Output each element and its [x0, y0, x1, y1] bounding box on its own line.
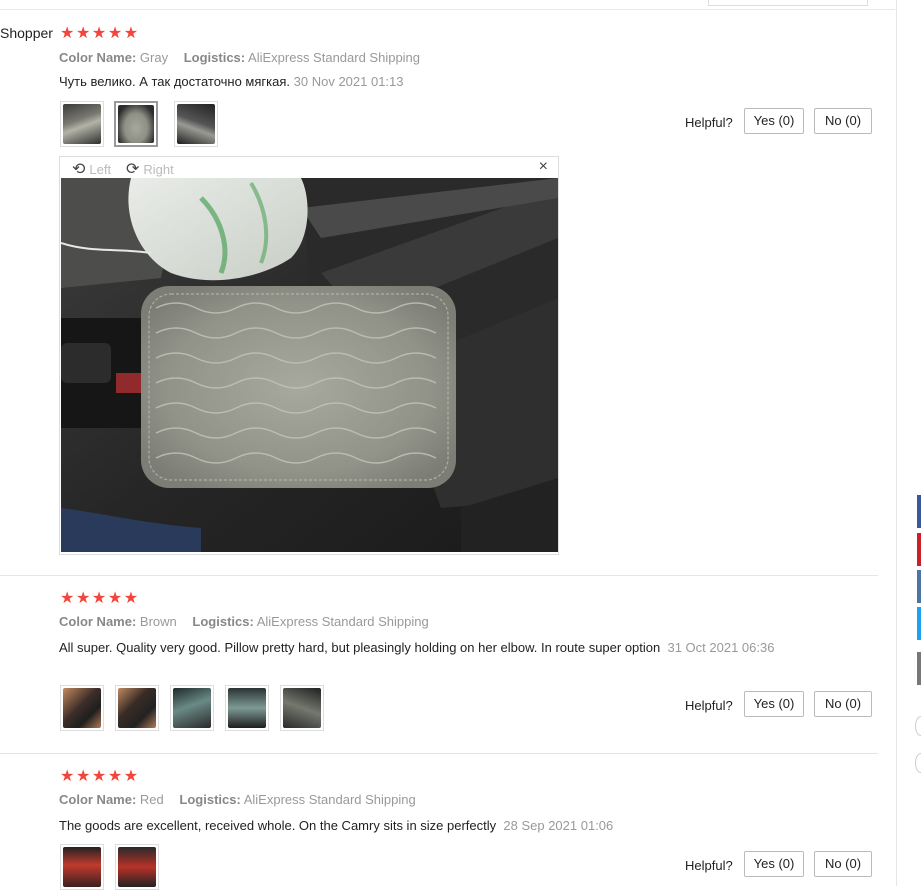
logistics-value: AliExpress Standard Shipping — [256, 614, 429, 629]
sort-dropdown[interactable] — [708, 0, 868, 6]
logistics-value: AliExpress Standard Shipping — [243, 792, 416, 807]
pinterest-share-icon[interactable] — [917, 533, 921, 566]
review-thumbnail[interactable] — [174, 101, 218, 147]
logistics-label: Logistics: — [192, 614, 254, 629]
facebook-share-icon[interactable] — [917, 495, 921, 528]
review-thumbnail[interactable] — [115, 844, 159, 890]
review-body: The goods are excellent, received whole.… — [59, 818, 497, 833]
review-date: 28 Sep 2021 01:06 — [503, 818, 614, 833]
review-attributes: Color Name: Red Logistics: AliExpress St… — [59, 792, 416, 807]
helpful-yes-button[interactable]: Yes (0) — [744, 108, 804, 134]
review-text: The goods are excellent, received whole.… — [59, 817, 789, 835]
rotate-left-label: Left — [89, 162, 112, 177]
helpful-yes-button[interactable]: Yes (0) — [744, 691, 804, 717]
helpful-no-button[interactable]: No (0) — [814, 108, 872, 134]
helpful-no-button[interactable]: No (0) — [814, 691, 872, 717]
review-thumbnail[interactable] — [60, 101, 104, 147]
star-rating: ★★★★★ — [60, 768, 140, 785]
rotate-right-control[interactable]: ⟳ Right — [126, 159, 174, 179]
color-name-value: Brown — [139, 614, 177, 629]
feedback-icon[interactable] — [915, 753, 921, 773]
logistics-label: Logistics: — [183, 50, 246, 65]
rotate-right-label: Right — [143, 162, 174, 177]
review-thumbnail-selected[interactable] — [114, 101, 158, 147]
vk-share-icon[interactable] — [917, 570, 921, 603]
review-thumbnail[interactable] — [60, 685, 104, 731]
review-date: 31 Oct 2021 06:36 — [667, 640, 775, 655]
review-attributes: Color Name: Brown Logistics: AliExpress … — [59, 614, 429, 629]
star-rating: ★★★★★ — [60, 25, 140, 42]
image-viewer: ⟲ Left ⟳ Right × — [59, 156, 559, 555]
helpful-yes-button[interactable]: Yes (0) — [744, 851, 804, 877]
review-thumbnail[interactable] — [170, 685, 214, 731]
review-photo-large — [61, 178, 558, 552]
review-text: All super. Quality very good. Pillow pre… — [59, 639, 789, 657]
helpful-label: Helpful? — [685, 698, 733, 713]
helpful-no-button[interactable]: No (0) — [814, 851, 872, 877]
review-text: Чуть велико. А так достаточно мягкая. 30… — [59, 73, 759, 91]
rotate-left-control[interactable]: ⟲ Left — [72, 159, 111, 179]
review-thumbnail[interactable] — [280, 685, 324, 731]
helpful-label: Helpful? — [685, 115, 733, 130]
color-name-value: Red — [139, 792, 164, 807]
top-divider — [0, 9, 895, 10]
rotate-left-icon: ⟲ — [72, 161, 86, 178]
review-body: Чуть велико. А так достаточно мягкая. — [59, 74, 291, 89]
review-thumbnail[interactable] — [225, 685, 269, 731]
close-icon[interactable]: × — [539, 158, 548, 176]
review-thumbnail[interactable] — [115, 685, 159, 731]
review-thumbnail[interactable] — [60, 844, 104, 890]
review-body: All super. Quality very good. Pillow pre… — [59, 640, 661, 655]
review-divider — [0, 575, 878, 576]
logistics-label: Logistics: — [179, 792, 241, 807]
review-date: 30 Nov 2021 01:13 — [293, 74, 404, 89]
review-divider — [0, 753, 878, 754]
scroll-top-icon[interactable] — [915, 716, 921, 736]
share-more-icon[interactable] — [917, 652, 921, 685]
logistics-value: AliExpress Standard Shipping — [248, 50, 421, 65]
review-attributes: Color Name: Gray Logistics: AliExpress S… — [59, 50, 420, 65]
reviewer-name: Shopper — [0, 25, 53, 41]
color-name-label: Color Name: — [59, 792, 137, 807]
rotate-right-icon: ⟳ — [126, 161, 140, 178]
image-viewer-toolbar: ⟲ Left ⟳ Right × — [60, 157, 558, 178]
scrollbar-track[interactable] — [896, 0, 897, 886]
color-name-label: Color Name: — [59, 614, 137, 629]
twitter-share-icon[interactable] — [917, 607, 921, 640]
star-rating: ★★★★★ — [60, 590, 140, 607]
color-name-value: Gray — [139, 50, 169, 65]
color-name-label: Color Name: — [59, 50, 137, 65]
helpful-label: Helpful? — [685, 858, 733, 873]
